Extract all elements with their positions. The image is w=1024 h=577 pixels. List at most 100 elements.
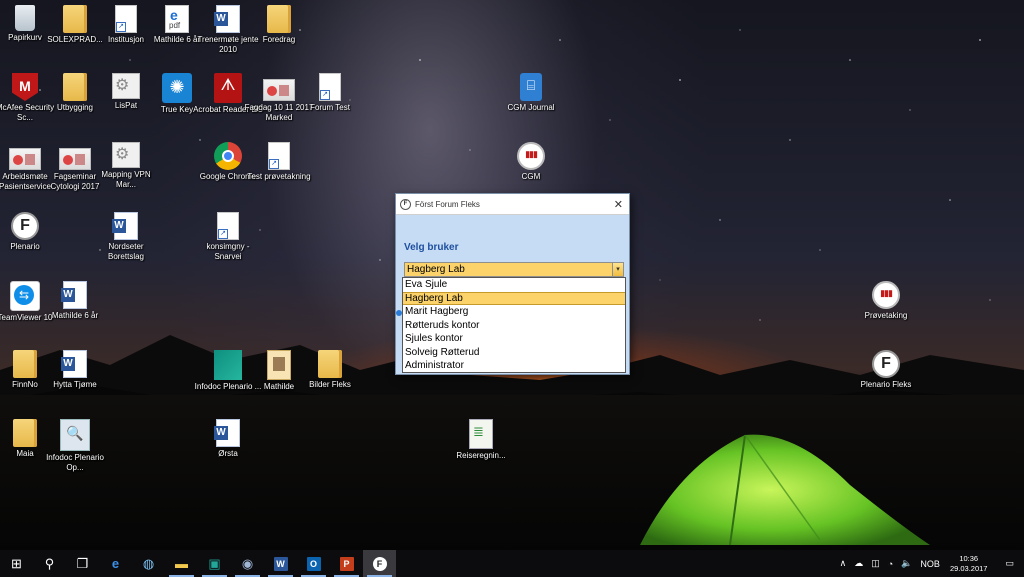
dropdown-option[interactable]: Administrator [403,359,625,373]
notification-center-icon[interactable]: ▭ [1005,558,1014,569]
recycle-bin-icon [15,5,35,31]
mapping-shortcut[interactable]: Mapping VPN Mar... [91,142,161,190]
folder-icon [63,5,87,33]
taskbar-maps[interactable]: ◍ [132,550,165,577]
plenario-icon [872,350,900,378]
infodoc-op-shortcut[interactable]: Infodoc Plenario Op... [40,419,110,473]
system-tray: ∧ ☁ ◫ ◔ 🔈 NOB 10:36 29.03.2017 ▭ [832,550,1024,577]
forumtest-shortcut[interactable]: ↗ Forum Test [295,73,365,113]
konsimgny-shortcut[interactable]: ↗ konsimgny - Snarvei [193,212,263,262]
teamviewer-icon [10,281,40,311]
plenario-shortcut[interactable]: Plenario [0,212,60,252]
icon-label: Ørsta [218,449,238,458]
document-icon: ↗ [268,142,290,170]
orsta-shortcut[interactable]: Ørsta [193,419,263,459]
shortcut-arrow-icon: ↗ [218,229,228,239]
search-button[interactable]: ⚲ [33,550,66,577]
chrome-icon [214,142,242,170]
spreadsheet-folder-icon [469,419,493,449]
network-icon[interactable]: ◫ [871,558,880,569]
task-view-icon: ❐ [76,555,89,571]
folder-icon: ▬ [175,556,188,571]
clock-date: 29.03.2017 [949,563,988,573]
word-doc-icon [214,5,240,33]
clock[interactable]: 10:36 29.03.2017 [950,554,988,574]
volume-icon[interactable]: 🔈 [901,558,912,569]
user-combobox[interactable]: Hagberg Lab [404,262,614,277]
taskbar-infodoc[interactable]: ▣ [198,550,231,577]
icon-label: konsimgny - Snarvei [206,242,250,261]
forum-fleks-app-icon: F [400,198,411,210]
taskbar-outlook[interactable]: O [297,550,330,577]
windows-logo-icon: ⊞ [11,555,22,571]
cgm-shortcut[interactable]: CGM [496,142,566,182]
close-button[interactable]: ✕ [614,198,623,211]
test-tubes-icon [872,281,900,309]
dropdown-option[interactable]: Eva Sjule [403,278,625,292]
icon-label: Forum Test [310,103,350,112]
icon-label: Nordseter Borettslag [107,242,145,261]
language-indicator[interactable]: NOB [920,559,940,569]
taskbar-edge[interactable]: e [99,550,132,577]
test-provetakning-shortcut[interactable]: ↗ Test prøvetakning [244,142,314,182]
infodoc-search-icon [60,419,90,451]
icon-label: CGM [521,172,541,181]
dropdown-option[interactable]: Marit Hagberg [403,305,625,319]
search-icon: ⚲ [44,555,55,571]
hytta-shortcut[interactable]: Hytta Tjøme [40,350,110,390]
dropdown-option-selected[interactable]: Hagberg Lab [403,291,625,305]
dialog-titlebar[interactable]: F Först Forum Fleks ✕ [396,194,629,215]
task-view-button[interactable]: ❐ [66,550,99,577]
icon-label: Prøvetaking [864,311,908,320]
cgm-journal-shortcut[interactable]: CGM Journal [496,73,566,113]
photo-icon [59,148,91,170]
wifi-icon[interactable]: ◔ [888,559,893,569]
taskbar-forum-fleks[interactable]: F [363,550,396,577]
app-icon [112,73,140,99]
infodoc-icon: ▣ [208,555,221,571]
folder-icon [13,419,37,447]
taskbar-powerpoint[interactable]: P [330,550,363,577]
reiseregning-folder[interactable]: Reiseregnin... [446,419,516,461]
chrome-icon: ◉ [241,555,254,571]
taskbar-file-explorer[interactable]: ▬ [165,550,198,577]
nordseter-shortcut[interactable]: Nordseter Borettslag [91,212,161,262]
icon-label: Infodoc Plenario Op... [46,453,104,472]
acrobat-icon [214,73,242,103]
plenario-fleks-shortcut[interactable]: Plenario Fleks [851,350,921,390]
app-icon [112,142,140,168]
dropdown-option[interactable]: Solveig Røtterud [403,346,625,360]
folder-icon [63,73,87,101]
dropdown-option[interactable]: Sjules kontor [403,332,625,346]
provetaking-shortcut[interactable]: Prøvetaking [851,281,921,321]
folder-photo-icon [267,350,291,380]
icon-label: Plenario [10,242,40,251]
pdf-icon [165,5,189,33]
plenario-icon [11,212,39,240]
icon-label: Mapping VPN Mar... [101,170,151,189]
start-button[interactable]: ⊞ [0,550,33,577]
taskbar-word[interactable]: W [264,550,297,577]
shortcut-arrow-icon: ↗ [116,22,126,32]
dropdown-option[interactable]: Røtteruds kontor [403,319,625,333]
mathilde6-word-shortcut[interactable]: Mathilde 6 år [40,281,110,321]
word-doc-icon [214,419,240,447]
foredrag-folder[interactable]: Foredrag [244,5,314,45]
icon-label: Foredrag [262,35,296,44]
dropdown-arrow-button[interactable]: ▾ [612,262,624,277]
shortcut-arrow-icon: ↗ [269,159,279,169]
show-hidden-icons-chevron-icon[interactable]: ∧ [840,558,847,569]
taskbar-chrome[interactable]: ◉ [231,550,264,577]
icon-label: CGM Journal [507,103,555,112]
taskbar: ⊞ ⚲ ❐ e ◍ ▬ ▣ ◉ W O P F ∧ ☁ ◫ ◔ 🔈 NOB 10… [0,550,1024,577]
shortcut-arrow-icon: ↗ [320,90,330,100]
onedrive-icon[interactable]: ☁ [854,558,863,569]
folder-icon [13,350,37,378]
icon-label: Mathilde 6 år [51,311,99,320]
bilder-fleks-folder[interactable]: Bilder Fleks [295,350,365,390]
word-icon: W [273,556,288,571]
infodoc-icon [214,350,242,380]
folder-icon [267,5,291,33]
edge-icon: e [111,556,120,571]
icon-label: Plenario Fleks [860,380,912,389]
